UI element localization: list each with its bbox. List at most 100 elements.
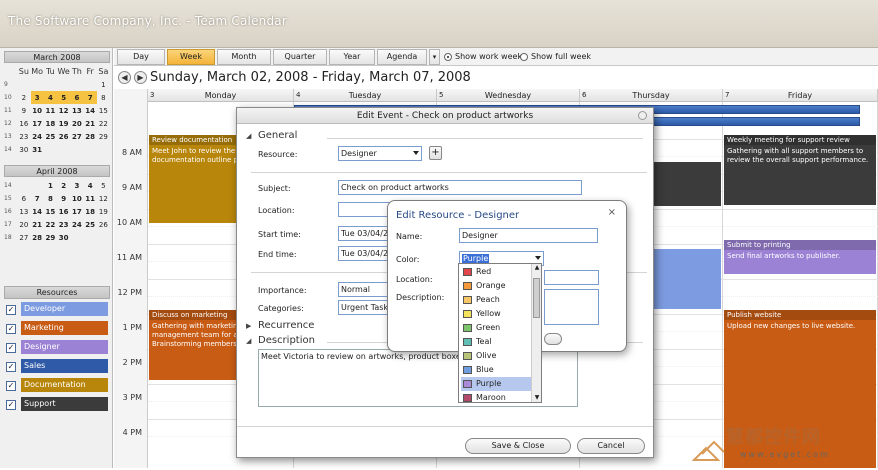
resource-ok-button[interactable] xyxy=(544,333,562,345)
color-dropdown-list[interactable]: ▲ ▼ Red Orange Peach Yellow Green Teal Olive Bl… xyxy=(458,263,542,403)
calendar-day[interactable]: 25 xyxy=(44,130,57,143)
next-arrow-icon[interactable]: ▶ xyxy=(134,71,147,84)
calendar-day[interactable]: 8 xyxy=(44,192,57,205)
color-option-red[interactable]: Red xyxy=(461,265,531,279)
day-header[interactable]: 4 Tuesday xyxy=(294,89,437,102)
calendar-day[interactable]: 19 xyxy=(97,205,110,218)
mini-calendar-march[interactable]: Su Mo Tu We Th Fr Sa 9 1 10 2 3 4 5 6 7 8 11 9 10 11 12 13 14 15… xyxy=(4,65,110,156)
calendar-day[interactable]: 26 xyxy=(57,130,70,143)
calendar-day[interactable]: 3 xyxy=(30,91,44,104)
radio-show-full-week[interactable] xyxy=(520,53,528,61)
day-header[interactable]: 3 Monday xyxy=(148,89,294,102)
calendar-day[interactable]: 31 xyxy=(31,143,44,156)
resource-location-input[interactable] xyxy=(544,270,599,285)
calendar-day[interactable]: 15 xyxy=(44,205,57,218)
calendar-day[interactable]: 27 xyxy=(17,231,30,244)
calendar-day[interactable]: 21 xyxy=(31,218,44,231)
calendar-day[interactable]: 2 xyxy=(57,179,70,192)
calendar-day[interactable]: 7 xyxy=(31,192,44,205)
color-option-peach[interactable]: Peach xyxy=(461,293,531,307)
resource-checkbox[interactable]: ✓ xyxy=(6,343,16,353)
save-close-button[interactable]: Save & Close xyxy=(465,438,571,454)
calendar-day[interactable]: 6 xyxy=(70,91,84,104)
cancel-button[interactable]: Cancel xyxy=(577,438,645,454)
calendar-day[interactable]: 14 xyxy=(84,104,97,117)
calendar-day[interactable]: 16 xyxy=(17,117,30,130)
resource-checkbox[interactable]: ✓ xyxy=(6,324,16,334)
recurrence-section-label[interactable]: Recurrence xyxy=(258,320,314,331)
calendar-day[interactable]: 29 xyxy=(97,130,110,143)
calendar-day[interactable]: 11 xyxy=(44,104,57,117)
radio-show-work-week[interactable] xyxy=(444,53,452,61)
calendar-day[interactable]: 6 xyxy=(17,192,30,205)
resource-item-designer[interactable]: ✓ Designer xyxy=(6,340,110,356)
tab-quarter[interactable]: Quarter xyxy=(273,49,327,65)
mini-calendar-april[interactable]: 14 1 2 3 4 5 15 6 7 8 9 10 11 12 16 13 14 15 16 17 18 19 17 20 2… xyxy=(4,179,110,244)
calendar-day[interactable]: 12 xyxy=(97,192,110,205)
prev-arrow-icon[interactable]: ◀ xyxy=(118,71,131,84)
calendar-day[interactable]: 23 xyxy=(57,218,70,231)
calendar-day[interactable]: 13 xyxy=(17,205,30,218)
calendar-day[interactable]: 3 xyxy=(70,179,83,192)
calendar-day[interactable]: 1 xyxy=(44,179,57,192)
calendar-day[interactable]: 13 xyxy=(70,104,83,117)
tab-day[interactable]: Day xyxy=(117,49,165,65)
resource-item-developer[interactable]: ✓ Developer xyxy=(6,302,110,318)
resource-checkbox[interactable]: ✓ xyxy=(6,362,16,372)
color-option-yellow[interactable]: Yellow xyxy=(461,307,531,321)
tab-year[interactable]: Year xyxy=(329,49,375,65)
calendar-day[interactable]: 9 xyxy=(57,192,70,205)
calendar-day[interactable]: 26 xyxy=(97,218,110,231)
calendar-day[interactable]: 30 xyxy=(57,231,70,244)
color-option-green[interactable]: Green xyxy=(461,321,531,335)
calendar-day[interactable]: 20 xyxy=(70,117,83,130)
calendar-day[interactable]: 16 xyxy=(57,205,70,218)
close-icon[interactable]: × xyxy=(608,207,616,218)
general-expand-icon[interactable]: ◢ xyxy=(246,132,251,140)
day-header[interactable]: 6 Thursday xyxy=(580,89,723,102)
calendar-day[interactable]: 30 xyxy=(17,143,30,156)
color-option-maroon[interactable]: Maroon xyxy=(461,391,531,405)
tab-agenda[interactable]: Agenda xyxy=(377,49,427,65)
calendar-day[interactable]: 12 xyxy=(57,104,70,117)
resource-checkbox[interactable]: ✓ xyxy=(6,381,16,391)
calendar-event[interactable]: Submit to printing Send final artworks to… xyxy=(724,240,876,274)
resource-checkbox[interactable]: ✓ xyxy=(6,400,16,410)
calendar-day[interactable]: 24 xyxy=(31,130,44,143)
day-header[interactable]: 5 Wednesday xyxy=(437,89,580,102)
calendar-day[interactable]: 14 xyxy=(31,205,44,218)
calendar-day[interactable]: 10 xyxy=(70,192,83,205)
importance-dropdown[interactable]: Normal xyxy=(338,282,392,297)
calendar-day[interactable]: 27 xyxy=(70,130,83,143)
calendar-day[interactable]: 25 xyxy=(84,218,97,231)
calendar-day[interactable]: 24 xyxy=(70,218,83,231)
calendar-day[interactable]: 11 xyxy=(84,192,97,205)
resource-item-sales[interactable]: ✓ Sales xyxy=(6,359,110,375)
color-option-blue[interactable]: Blue xyxy=(461,363,531,377)
resource-name-input[interactable]: Designer xyxy=(459,228,598,243)
calendar-day[interactable]: 29 xyxy=(44,231,57,244)
calendar-day[interactable]: 20 xyxy=(17,218,30,231)
day-header[interactable]: 7 Friday xyxy=(723,89,878,102)
tab-week[interactable]: Week xyxy=(167,49,215,65)
categories-dropdown[interactable]: Urgent Task xyxy=(338,300,392,315)
calendar-day[interactable]: 18 xyxy=(84,205,97,218)
resource-item-documentation[interactable]: ✓ Documentation xyxy=(6,378,110,394)
color-option-teal[interactable]: Teal xyxy=(461,335,531,349)
calendar-day[interactable]: 10 xyxy=(31,104,44,117)
color-option-olive[interactable]: Olive xyxy=(461,349,531,363)
color-option-orange[interactable]: Orange xyxy=(461,279,531,293)
calendar-day[interactable]: 5 xyxy=(57,91,71,104)
subject-input[interactable]: Check on product artworks xyxy=(338,180,582,195)
calendar-day[interactable]: 22 xyxy=(44,218,57,231)
calendar-day[interactable]: 21 xyxy=(84,117,97,130)
calendar-day[interactable]: 5 xyxy=(97,179,110,192)
scrollbar[interactable]: ▲ ▼ xyxy=(531,264,541,402)
start-date-input[interactable]: Tue 03/04/20 xyxy=(338,226,392,241)
calendar-day[interactable]: 8 xyxy=(97,91,110,104)
calendar-day[interactable]: 2 xyxy=(17,91,30,104)
chevron-down-icon[interactable]: ▾ xyxy=(429,49,440,65)
tab-month[interactable]: Month xyxy=(217,49,271,65)
calendar-day[interactable]: 22 xyxy=(97,117,110,130)
resource-checkbox[interactable]: ✓ xyxy=(6,305,16,315)
